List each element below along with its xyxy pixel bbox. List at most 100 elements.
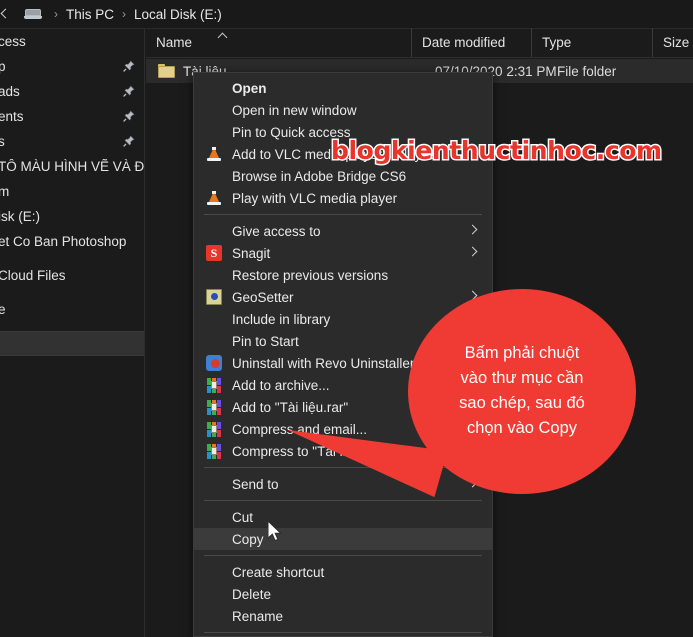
file-list-header: Name Date modified Type Size xyxy=(146,28,693,58)
menu-item[interactable]: Open in new window xyxy=(194,99,492,121)
column-header-label: Date modified xyxy=(422,35,506,50)
sidebar-item[interactable]: Cloud Files xyxy=(0,263,144,288)
menu-item-label: Cut xyxy=(232,509,254,525)
menu-item[interactable]: Rename xyxy=(194,605,492,627)
breadcrumb-separator[interactable]: › xyxy=(116,7,132,21)
sidebar-item-label: ads xyxy=(0,84,20,99)
winrar-icon xyxy=(206,421,222,437)
column-header-label: Size xyxy=(663,35,690,50)
vlc-cone-icon xyxy=(206,190,222,206)
menu-separator xyxy=(204,214,482,215)
sidebar-item[interactable]: p xyxy=(0,54,144,79)
chevron-right-icon xyxy=(468,248,476,256)
chevron-right-icon xyxy=(468,226,476,234)
menu-separator xyxy=(204,632,482,633)
menu-item[interactable]: Give access to xyxy=(194,220,492,242)
winrar-icon xyxy=(206,399,222,415)
geosetter-icon xyxy=(206,289,222,305)
sidebar-item-label: m xyxy=(0,184,9,199)
sidebar-item-label: ents xyxy=(0,109,24,124)
revo-uninstaller-icon xyxy=(206,355,222,371)
nav-group-spacer xyxy=(0,254,144,263)
column-header-label: Type xyxy=(542,35,572,50)
menu-item-label: Open xyxy=(232,80,267,96)
menu-separator xyxy=(204,555,482,556)
sidebar-item[interactable]: TÔ MÀU HÌNH VẼ VÀ ĐƯỜN xyxy=(0,154,144,179)
sidebar-item-label: Cloud Files xyxy=(0,268,66,283)
breadcrumb-local-disk-e[interactable]: Local Disk (E:) xyxy=(132,7,224,22)
menu-item[interactable]: Delete xyxy=(194,583,492,605)
menu-item-label: Play with VLC media player xyxy=(232,190,398,206)
snagit-icon: S xyxy=(206,245,222,261)
winrar-icon xyxy=(206,443,222,459)
callout-bubble: Bấm phải chuột vào thư mục cần sao chép,… xyxy=(408,289,636,494)
column-header[interactable]: Date modified xyxy=(411,28,531,57)
menu-item[interactable]: Cut xyxy=(194,506,492,528)
column-header-label: Name xyxy=(156,35,193,50)
pin-icon[interactable] xyxy=(123,60,135,72)
navigation-pane[interactable]: cess p ads ents s TÔ MÀU HÌNH VẼ VÀ ĐƯỜN m isk … xyxy=(0,29,145,637)
nav-group-spacer xyxy=(0,322,144,331)
sidebar-item[interactable]: s xyxy=(0,129,144,154)
menu-item[interactable]: S Snagit xyxy=(194,242,492,264)
menu-item-label: Rename xyxy=(232,608,284,624)
breadcrumb-this-pc[interactable]: This PC xyxy=(64,7,116,22)
menu-item[interactable]: Copy xyxy=(194,528,492,550)
menu-item-label: Snagit xyxy=(232,245,271,261)
pin-icon[interactable] xyxy=(123,110,135,122)
menu-item[interactable]: Browse in Adobe Bridge CS6 xyxy=(194,165,492,187)
sidebar-item-label: et Co Ban Photoshop xyxy=(0,234,127,249)
menu-item-label: Restore previous versions xyxy=(232,267,389,283)
menu-item[interactable]: Create shortcut xyxy=(194,561,492,583)
sidebar-item[interactable]: cess xyxy=(0,29,144,54)
sidebar-item-label: cess xyxy=(0,34,26,49)
pin-icon[interactable] xyxy=(123,135,135,147)
address-bar: › This PC › Local Disk (E:) xyxy=(0,0,693,29)
menu-item-label: Copy xyxy=(232,531,264,547)
column-header[interactable]: Type xyxy=(531,28,652,57)
file-type-cell: File folder xyxy=(557,63,617,79)
sidebar-item[interactable]: m xyxy=(0,179,144,204)
column-header[interactable]: Name xyxy=(146,28,411,57)
menu-separator xyxy=(204,500,482,501)
menu-item[interactable]: Send to xyxy=(194,473,492,495)
file-explorer-window: › This PC › Local Disk (E:) cess p ads ents… xyxy=(0,0,693,637)
winrar-icon xyxy=(206,377,222,393)
menu-item[interactable]: Restore previous versions xyxy=(194,264,492,286)
menu-item-label: Open in new window xyxy=(232,102,357,118)
sidebar-item-label: s xyxy=(0,134,5,149)
sidebar-item-label: p xyxy=(0,59,6,74)
menu-item-label: Add to "Tài liệu.rar" xyxy=(232,399,349,415)
sidebar-item[interactable]: isk (E:) xyxy=(0,204,144,229)
menu-item-label: GeoSetter xyxy=(232,289,294,305)
menu-item[interactable]: GeoSetter xyxy=(194,286,492,308)
nav-group-spacer xyxy=(0,288,144,297)
menu-item-label: Give access to xyxy=(232,223,321,239)
menu-item-label: Pin to Start xyxy=(232,333,299,349)
menu-item-label: Delete xyxy=(232,586,272,602)
sidebar-item[interactable]: ads xyxy=(0,79,144,104)
column-header[interactable]: Size xyxy=(652,28,693,57)
pin-icon[interactable] xyxy=(123,85,135,97)
back-chevron-icon[interactable] xyxy=(0,7,14,21)
callout-text: Bấm phải chuột vào thư mục cần sao chép,… xyxy=(459,343,585,437)
sidebar-item[interactable]: ents xyxy=(0,104,144,129)
watermark: blogkienthuctinhoc.com xyxy=(330,135,664,167)
menu-item[interactable]: Open xyxy=(194,77,492,99)
menu-item-label: Send to xyxy=(232,476,279,492)
menu-item[interactable]: Play with VLC media player xyxy=(194,187,492,209)
sidebar-item-label: TÔ MÀU HÌNH VẼ VÀ ĐƯỜN xyxy=(0,159,144,174)
sidebar-item[interactable] xyxy=(0,331,144,356)
vlc-cone-icon xyxy=(206,146,222,162)
sidebar-item[interactable]: e xyxy=(0,297,144,322)
folder-icon xyxy=(158,64,175,78)
breadcrumb-separator[interactable]: › xyxy=(48,7,64,21)
menu-item-label: Add to archive... xyxy=(232,377,330,393)
sidebar-item[interactable]: et Co Ban Photoshop xyxy=(0,229,144,254)
menu-item-label: Browse in Adobe Bridge CS6 xyxy=(232,168,407,184)
computer-icon xyxy=(24,7,42,21)
sort-ascending-caret-icon xyxy=(219,32,228,37)
menu-item-label: Include in library xyxy=(232,311,331,327)
menu-item-label: Create shortcut xyxy=(232,564,325,580)
menu-item-label: Uninstall with Revo Uninstaller Pro xyxy=(232,355,440,371)
